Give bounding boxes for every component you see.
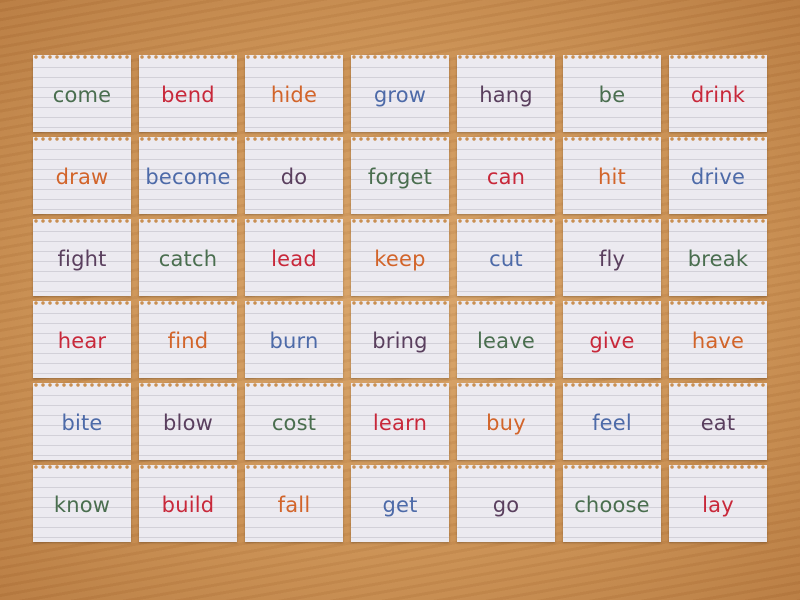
card-word: eat: [700, 411, 736, 435]
word-card[interactable]: choose: [563, 465, 661, 542]
word-card[interactable]: blow: [139, 383, 237, 460]
word-card[interactable]: can: [457, 137, 555, 214]
word-card[interactable]: forget: [351, 137, 449, 214]
card-word: cut: [489, 247, 523, 271]
card-word: become: [145, 165, 231, 189]
word-card[interactable]: find: [139, 301, 237, 378]
word-card[interactable]: give: [563, 301, 661, 378]
card-word: know: [53, 493, 111, 517]
card-word: leave: [477, 329, 535, 353]
card-word: go: [492, 493, 520, 517]
word-card[interactable]: draw: [33, 137, 131, 214]
card-word: give: [589, 329, 635, 353]
card-word: keep: [374, 247, 426, 271]
card-word: fall: [277, 493, 311, 517]
card-word: do: [280, 165, 308, 189]
card-grid: come bend hide grow hang be drink draw become do f…: [33, 55, 767, 542]
word-card[interactable]: cost: [245, 383, 343, 460]
word-card[interactable]: bite: [33, 383, 131, 460]
word-card[interactable]: know: [33, 465, 131, 542]
card-word: fight: [57, 247, 107, 271]
word-card[interactable]: learn: [351, 383, 449, 460]
card-word: cost: [271, 411, 317, 435]
word-card[interactable]: buy: [457, 383, 555, 460]
word-card[interactable]: come: [33, 55, 131, 132]
word-card[interactable]: do: [245, 137, 343, 214]
card-word: forget: [367, 165, 433, 189]
word-card[interactable]: become: [139, 137, 237, 214]
word-card[interactable]: burn: [245, 301, 343, 378]
card-word: build: [161, 493, 215, 517]
word-card[interactable]: leave: [457, 301, 555, 378]
card-word: burn: [269, 329, 319, 353]
word-card[interactable]: bend: [139, 55, 237, 132]
card-word: hit: [598, 165, 626, 189]
word-card[interactable]: hide: [245, 55, 343, 132]
card-word: can: [486, 165, 526, 189]
card-word: grow: [373, 83, 427, 107]
word-card[interactable]: fight: [33, 219, 131, 296]
card-word: catch: [158, 247, 218, 271]
card-word: feel: [592, 411, 632, 435]
word-card[interactable]: fall: [245, 465, 343, 542]
word-card[interactable]: hit: [563, 137, 661, 214]
word-card[interactable]: build: [139, 465, 237, 542]
word-card[interactable]: keep: [351, 219, 449, 296]
card-word: hear: [57, 329, 107, 353]
word-card[interactable]: hear: [33, 301, 131, 378]
card-word: be: [598, 83, 626, 107]
card-word: find: [167, 329, 209, 353]
word-card[interactable]: lead: [245, 219, 343, 296]
card-word: drink: [690, 83, 746, 107]
word-card[interactable]: fly: [563, 219, 661, 296]
word-card[interactable]: lay: [669, 465, 767, 542]
card-word: blow: [163, 411, 213, 435]
card-word: get: [382, 493, 418, 517]
card-word: hang: [479, 83, 533, 107]
word-card[interactable]: be: [563, 55, 661, 132]
word-card[interactable]: bring: [351, 301, 449, 378]
word-card[interactable]: cut: [457, 219, 555, 296]
card-word: learn: [372, 411, 428, 435]
word-card[interactable]: break: [669, 219, 767, 296]
card-word: break: [687, 247, 749, 271]
card-word: fly: [598, 247, 626, 271]
card-word: choose: [574, 493, 650, 517]
card-word: hide: [270, 83, 318, 107]
word-card[interactable]: catch: [139, 219, 237, 296]
word-card[interactable]: eat: [669, 383, 767, 460]
card-word: have: [691, 329, 745, 353]
card-word: lay: [702, 493, 734, 517]
card-word: come: [52, 83, 112, 107]
word-card[interactable]: have: [669, 301, 767, 378]
card-word: drive: [690, 165, 746, 189]
word-card[interactable]: drive: [669, 137, 767, 214]
word-card[interactable]: feel: [563, 383, 661, 460]
word-card[interactable]: get: [351, 465, 449, 542]
card-word: draw: [55, 165, 109, 189]
word-card[interactable]: go: [457, 465, 555, 542]
card-word: lead: [271, 247, 317, 271]
word-card[interactable]: drink: [669, 55, 767, 132]
word-card[interactable]: hang: [457, 55, 555, 132]
word-card[interactable]: grow: [351, 55, 449, 132]
card-word: buy: [486, 411, 526, 435]
card-word: bite: [61, 411, 103, 435]
card-word: bend: [161, 83, 215, 107]
card-word: bring: [372, 329, 428, 353]
